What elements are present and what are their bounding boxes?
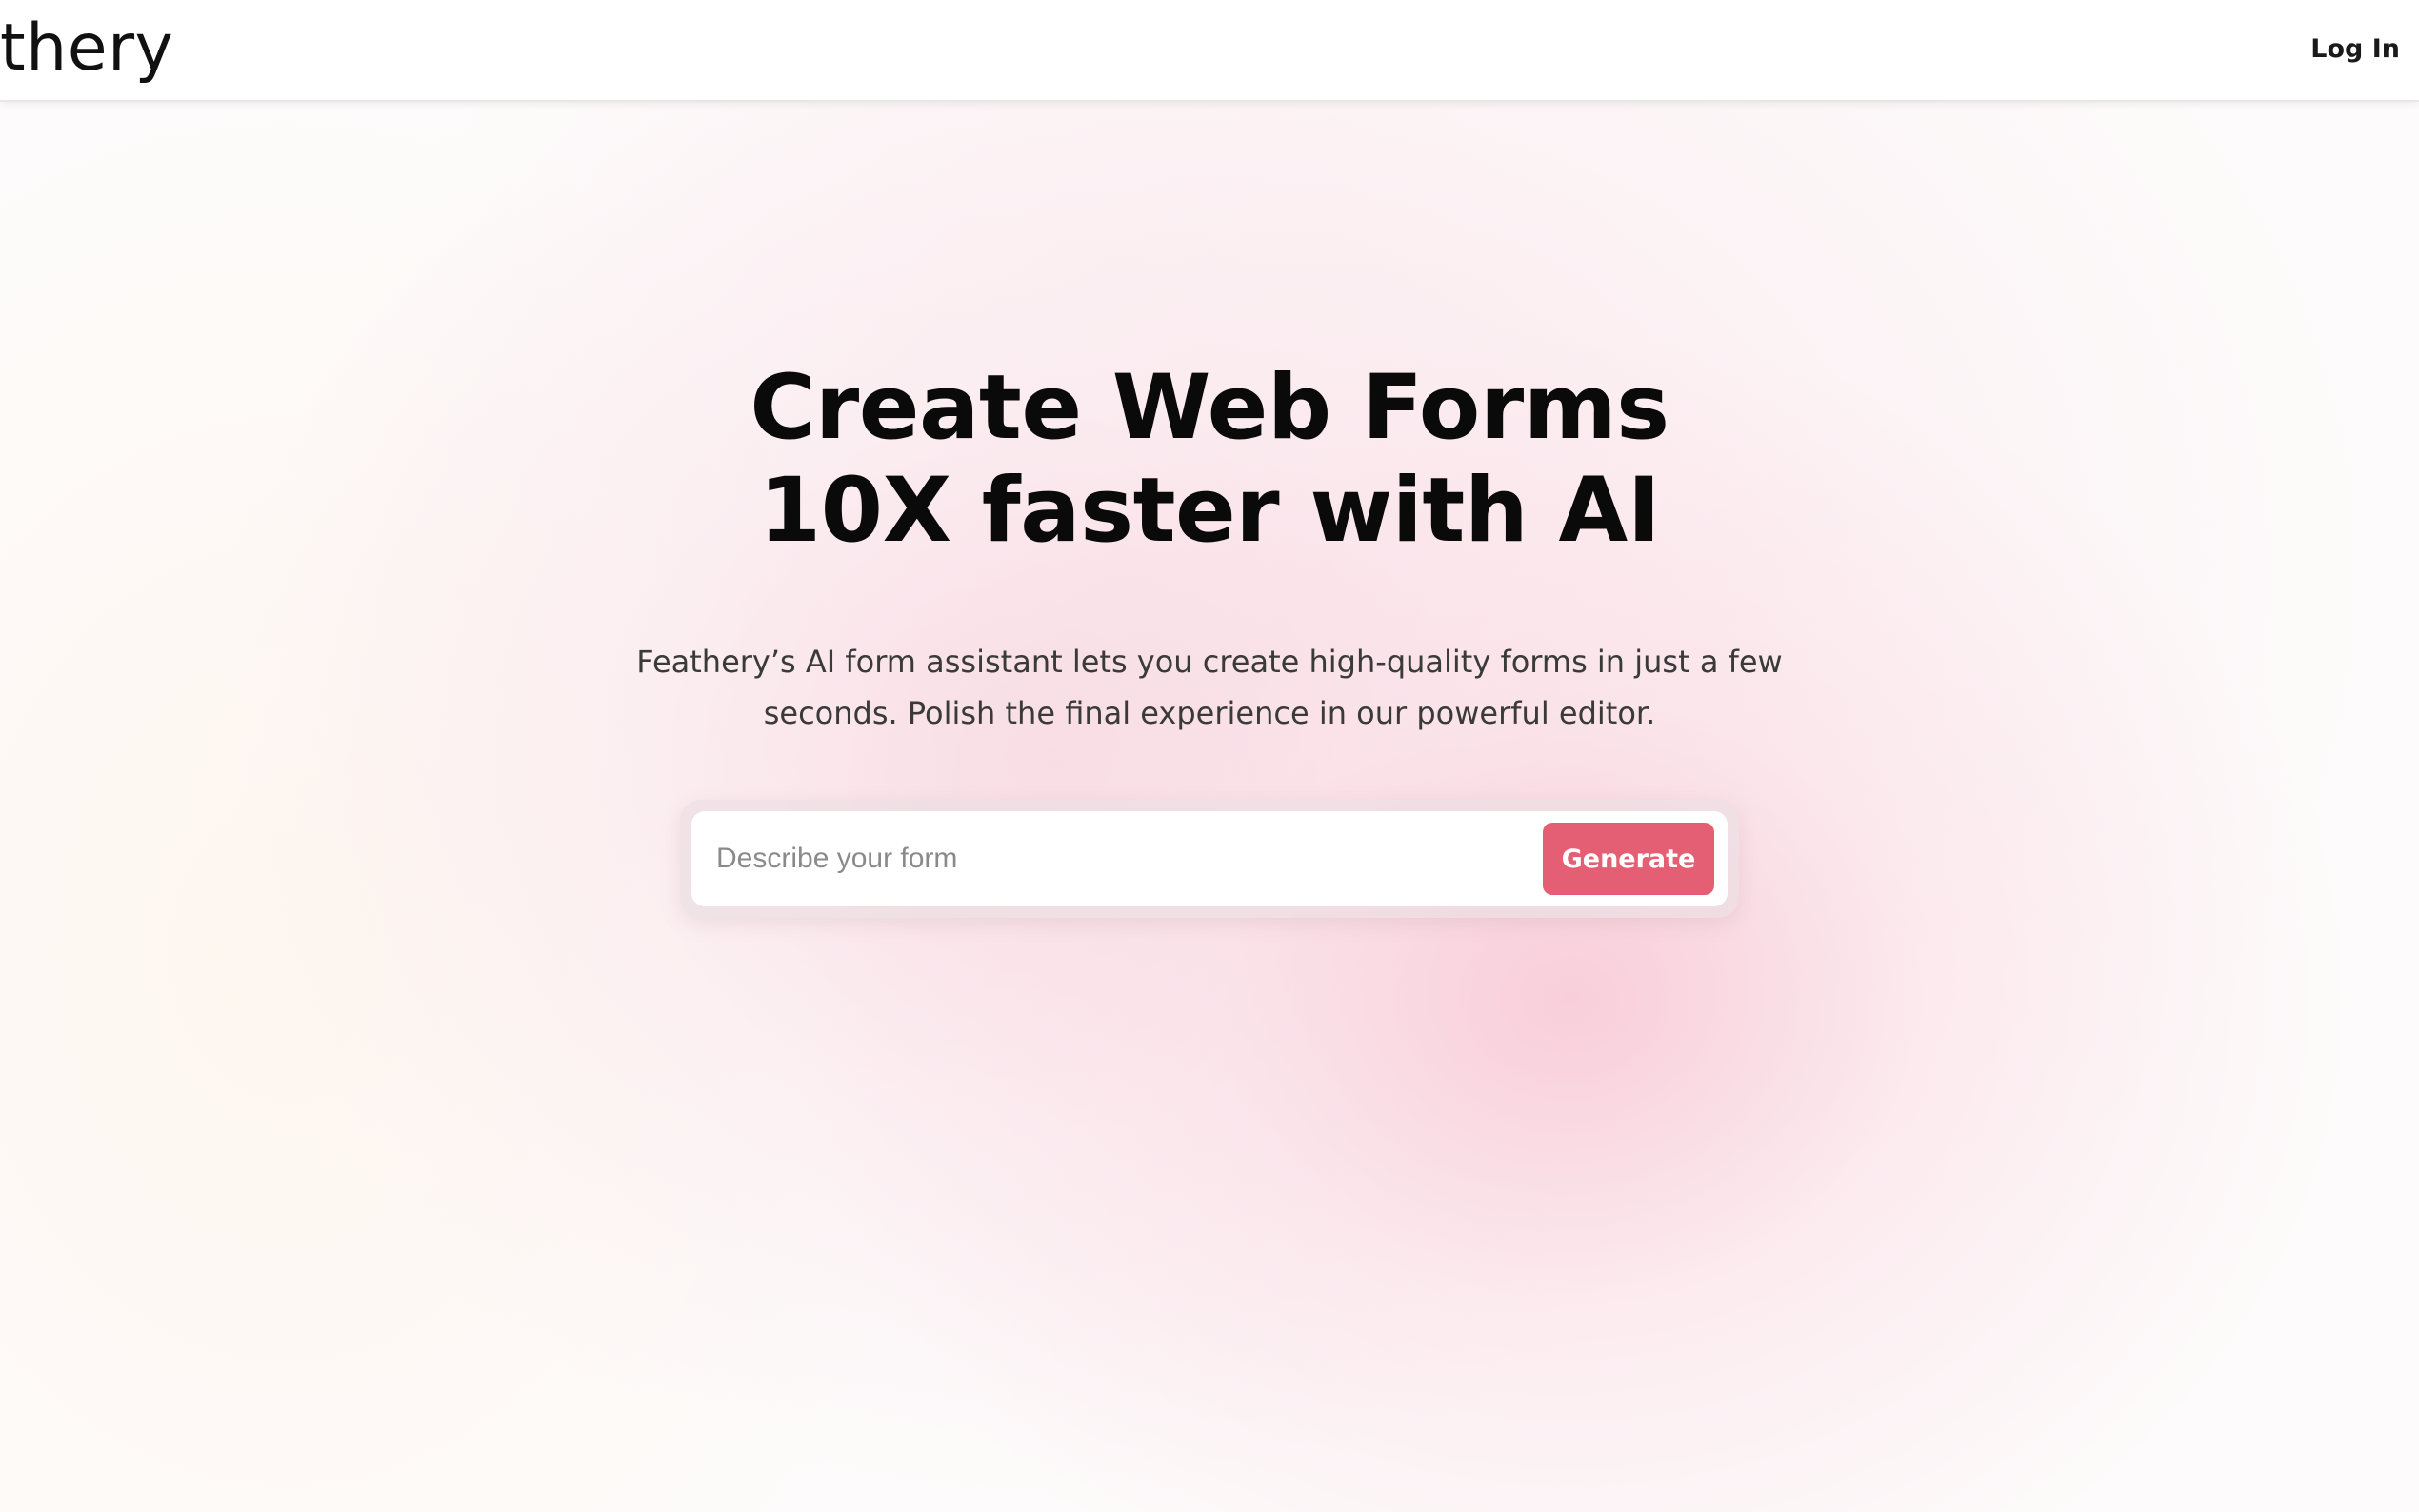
brand-logo[interactable]: thery — [0, 6, 173, 91]
hero-subtitle: Feathery’s AI form assistant lets you cr… — [0, 636, 2419, 739]
generate-button[interactable]: Generate — [1543, 823, 1714, 895]
hero-subtitle-line-2: seconds. Polish the final experience in … — [763, 695, 1656, 731]
hero-title: Create Web Forms 10X faster with AI — [0, 357, 2419, 563]
form-prompt-bar: Generate — [680, 800, 1739, 918]
describe-form-input[interactable] — [705, 826, 1509, 891]
hero-title-line-1: Create Web Forms — [750, 356, 1669, 460]
form-prompt-box: Generate — [691, 811, 1728, 906]
login-link[interactable]: Log In — [2310, 29, 2400, 70]
top-nav-bar: thery Log In — [0, 0, 2419, 102]
hero-title-line-2: 10X faster with AI — [758, 459, 1661, 563]
hero-subtitle-line-1: Feathery’s AI form assistant lets you cr… — [636, 644, 1783, 680]
